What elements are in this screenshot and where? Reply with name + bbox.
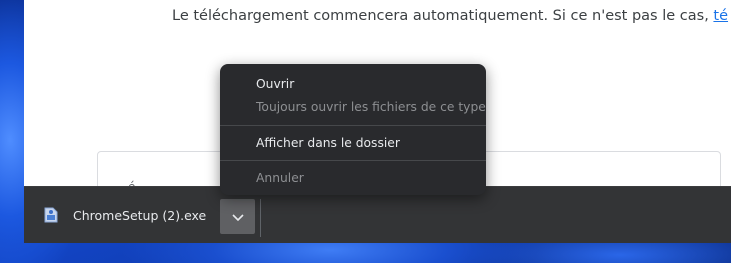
download-menu-button[interactable] [220, 199, 255, 234]
menu-item-label: Ouvrir [256, 77, 295, 91]
download-message: Le téléchargement commencera automatique… [172, 8, 728, 24]
installer-file-icon [44, 207, 58, 223]
manual-download-link[interactable]: té [713, 8, 728, 24]
download-file-name[interactable]: ChromeSetup (2).exe [73, 208, 206, 223]
chevron-down-icon [231, 207, 244, 226]
download-context-menu: Ouvrir Toujours ouvrir les fichiers de c… [220, 64, 486, 195]
menu-item-open[interactable]: Ouvrir [220, 74, 486, 96]
menu-divider [220, 160, 486, 161]
menu-item-label: Toujours ouvrir les fichiers de ce type [256, 100, 486, 114]
menu-item-label: Annuler [256, 171, 304, 185]
download-item[interactable]: ChromeSetup (2).exe [24, 187, 262, 243]
menu-item-label: Afficher dans le dossier [256, 136, 400, 150]
download-message-text: Le téléchargement commencera automatique… [172, 8, 709, 24]
menu-divider [220, 125, 486, 126]
shelf-separator [260, 199, 261, 237]
menu-item-always-open: Toujours ouvrir les fichiers de ce type [220, 97, 486, 119]
menu-item-cancel: Annuler [220, 168, 486, 190]
menu-item-show-in-folder[interactable]: Afficher dans le dossier [220, 133, 486, 155]
